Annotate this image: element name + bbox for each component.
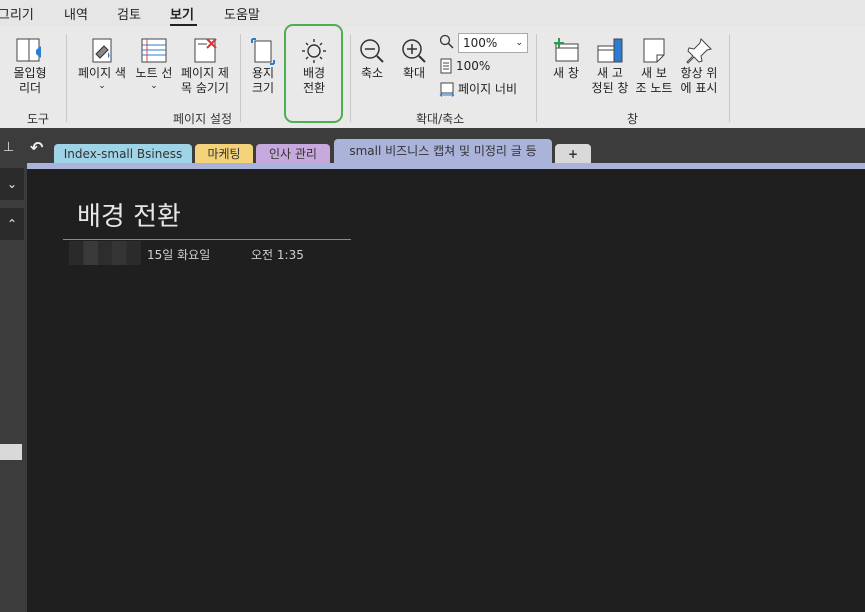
menu-bar: 그리기 내역 검토 보기 도움말 <box>0 0 865 26</box>
group-tools-label: 도구 <box>27 112 50 126</box>
rule-lines-chevron-icon[interactable]: ⌄ <box>132 81 176 91</box>
page-date: 15일 화요일 <box>147 248 211 262</box>
side-note-icon <box>643 38 665 63</box>
section-tabs-bar: ↶ Index-small Bsiness 마케팅 인사 관리 small 비즈… <box>27 128 865 164</box>
tab-index-small-business[interactable]: Index-small Bsiness <box>54 144 192 164</box>
page-color-button[interactable]: 페이지 색 ⌄ <box>74 36 130 91</box>
hide-title-icon <box>194 38 217 63</box>
expand-chevron-icon[interactable]: ⌃ <box>0 208 24 240</box>
menu-review[interactable]: 검토 <box>117 4 141 23</box>
switch-background-button[interactable]: 배경 전환 <box>292 36 336 96</box>
page-canvas[interactable]: 배경 전환 15일 화요일 오전 1:35 <box>27 169 865 612</box>
new-window-label: 새 창 <box>553 66 579 80</box>
paper-size-button[interactable]: 용지 크기 <box>244 36 282 96</box>
zoom-in-label: 확대 <box>402 66 426 80</box>
zoom-out-icon <box>360 39 384 63</box>
separator <box>729 34 730 122</box>
zoom-level-row <box>439 34 455 50</box>
hide-page-title-label: 페이지 제 목 숨기기 <box>181 66 229 95</box>
undo-icon[interactable]: ↶ <box>30 138 43 157</box>
pin-pane-icon[interactable]: ⊥ <box>3 140 14 155</box>
menu-draw[interactable]: 그리기 <box>0 4 34 23</box>
new-side-note-label: 새 보 조 노트 <box>635 66 673 95</box>
new-side-note-button[interactable]: 새 보 조 노트 <box>634 36 674 96</box>
book-speaker-icon <box>16 38 41 62</box>
page-color-icon <box>92 38 112 63</box>
add-section-button[interactable]: + <box>555 144 591 164</box>
always-on-top-button[interactable]: 항상 위 에 표시 <box>676 36 722 96</box>
redacted-date-block <box>69 241 141 265</box>
zoom-out-label: 축소 <box>360 66 384 80</box>
zoom-out-button[interactable]: 축소 <box>354 36 390 81</box>
menu-view[interactable]: 보기 <box>170 4 194 23</box>
zoom-level-select[interactable]: 100% ⌄ <box>458 33 528 53</box>
page-width-button[interactable]: 페이지 너비 <box>439 80 517 97</box>
page-title[interactable]: 배경 전환 <box>77 196 181 233</box>
pin-icon <box>686 38 712 64</box>
zoom-100-button[interactable]: 100% <box>439 58 490 74</box>
separator <box>536 34 537 122</box>
separator <box>240 34 241 122</box>
collapse-chevron-icon[interactable]: ⌄ <box>0 168 24 200</box>
rule-lines-button[interactable]: 노트 선 ⌄ <box>132 36 176 91</box>
truncated-section-item[interactable] <box>0 444 22 460</box>
new-window-button[interactable]: 새 창 <box>544 36 588 81</box>
paper-size-label: 용지 크기 <box>251 66 275 95</box>
magnifier-icon <box>439 34 454 49</box>
new-docked-window-label: 새 고 정된 창 <box>591 66 629 95</box>
page-width-icon <box>439 82 455 97</box>
rule-lines-label: 노트 선 <box>135 66 173 80</box>
zoom-in-icon <box>402 39 426 63</box>
separator <box>66 34 67 122</box>
menu-help[interactable]: 도움말 <box>224 4 260 23</box>
page-color-chevron-icon[interactable]: ⌄ <box>74 81 130 91</box>
paper-size-icon <box>251 38 275 65</box>
zoom-100-label: 100% <box>456 59 491 73</box>
immersive-reader-button[interactable]: 몰입형 리더 <box>8 36 52 96</box>
new-window-icon <box>554 38 579 62</box>
page-width-label: 페이지 너비 <box>458 82 518 96</box>
zoom-level-value: 100% <box>463 36 498 50</box>
immersive-reader-label: 몰입형 리더 <box>13 66 47 95</box>
tab-small-business-capture[interactable]: small 비즈니스 캡쳐 및 미정리 글 등 <box>334 139 552 164</box>
page-100-icon <box>440 58 452 74</box>
menu-history[interactable]: 내역 <box>64 4 88 23</box>
title-underline <box>63 239 351 240</box>
chevron-down-icon: ⌄ <box>515 38 523 48</box>
separator <box>350 34 351 122</box>
new-docked-window-button[interactable]: 새 고 정된 창 <box>588 36 632 96</box>
navigation-strip: ⊥ ⌄ ⌃ <box>0 128 27 612</box>
sun-icon <box>302 39 326 63</box>
page-time: 오전 1:35 <box>251 248 304 262</box>
switch-background-label: 배경 전환 <box>302 66 326 95</box>
ribbon: 몰입형 리더 도구 페이지 색 ⌄ 노트 선 ⌄ 페이지 제 목 숨기기 용지 … <box>0 24 865 129</box>
group-zoom-label: 확대/축소 <box>416 112 465 126</box>
group-window-label: 창 <box>627 112 639 126</box>
group-page-setup-label: 페이지 설정 <box>173 112 233 126</box>
tab-marketing[interactable]: 마케팅 <box>195 144 253 164</box>
docked-window-icon <box>597 38 623 63</box>
rule-lines-icon <box>141 38 167 63</box>
zoom-in-button[interactable]: 확대 <box>396 36 432 81</box>
page-color-label: 페이지 색 <box>78 66 126 80</box>
tab-hr[interactable]: 인사 관리 <box>256 144 330 164</box>
always-on-top-label: 항상 위 에 표시 <box>680 66 718 95</box>
hide-page-title-button[interactable]: 페이지 제 목 숨기기 <box>177 36 233 96</box>
